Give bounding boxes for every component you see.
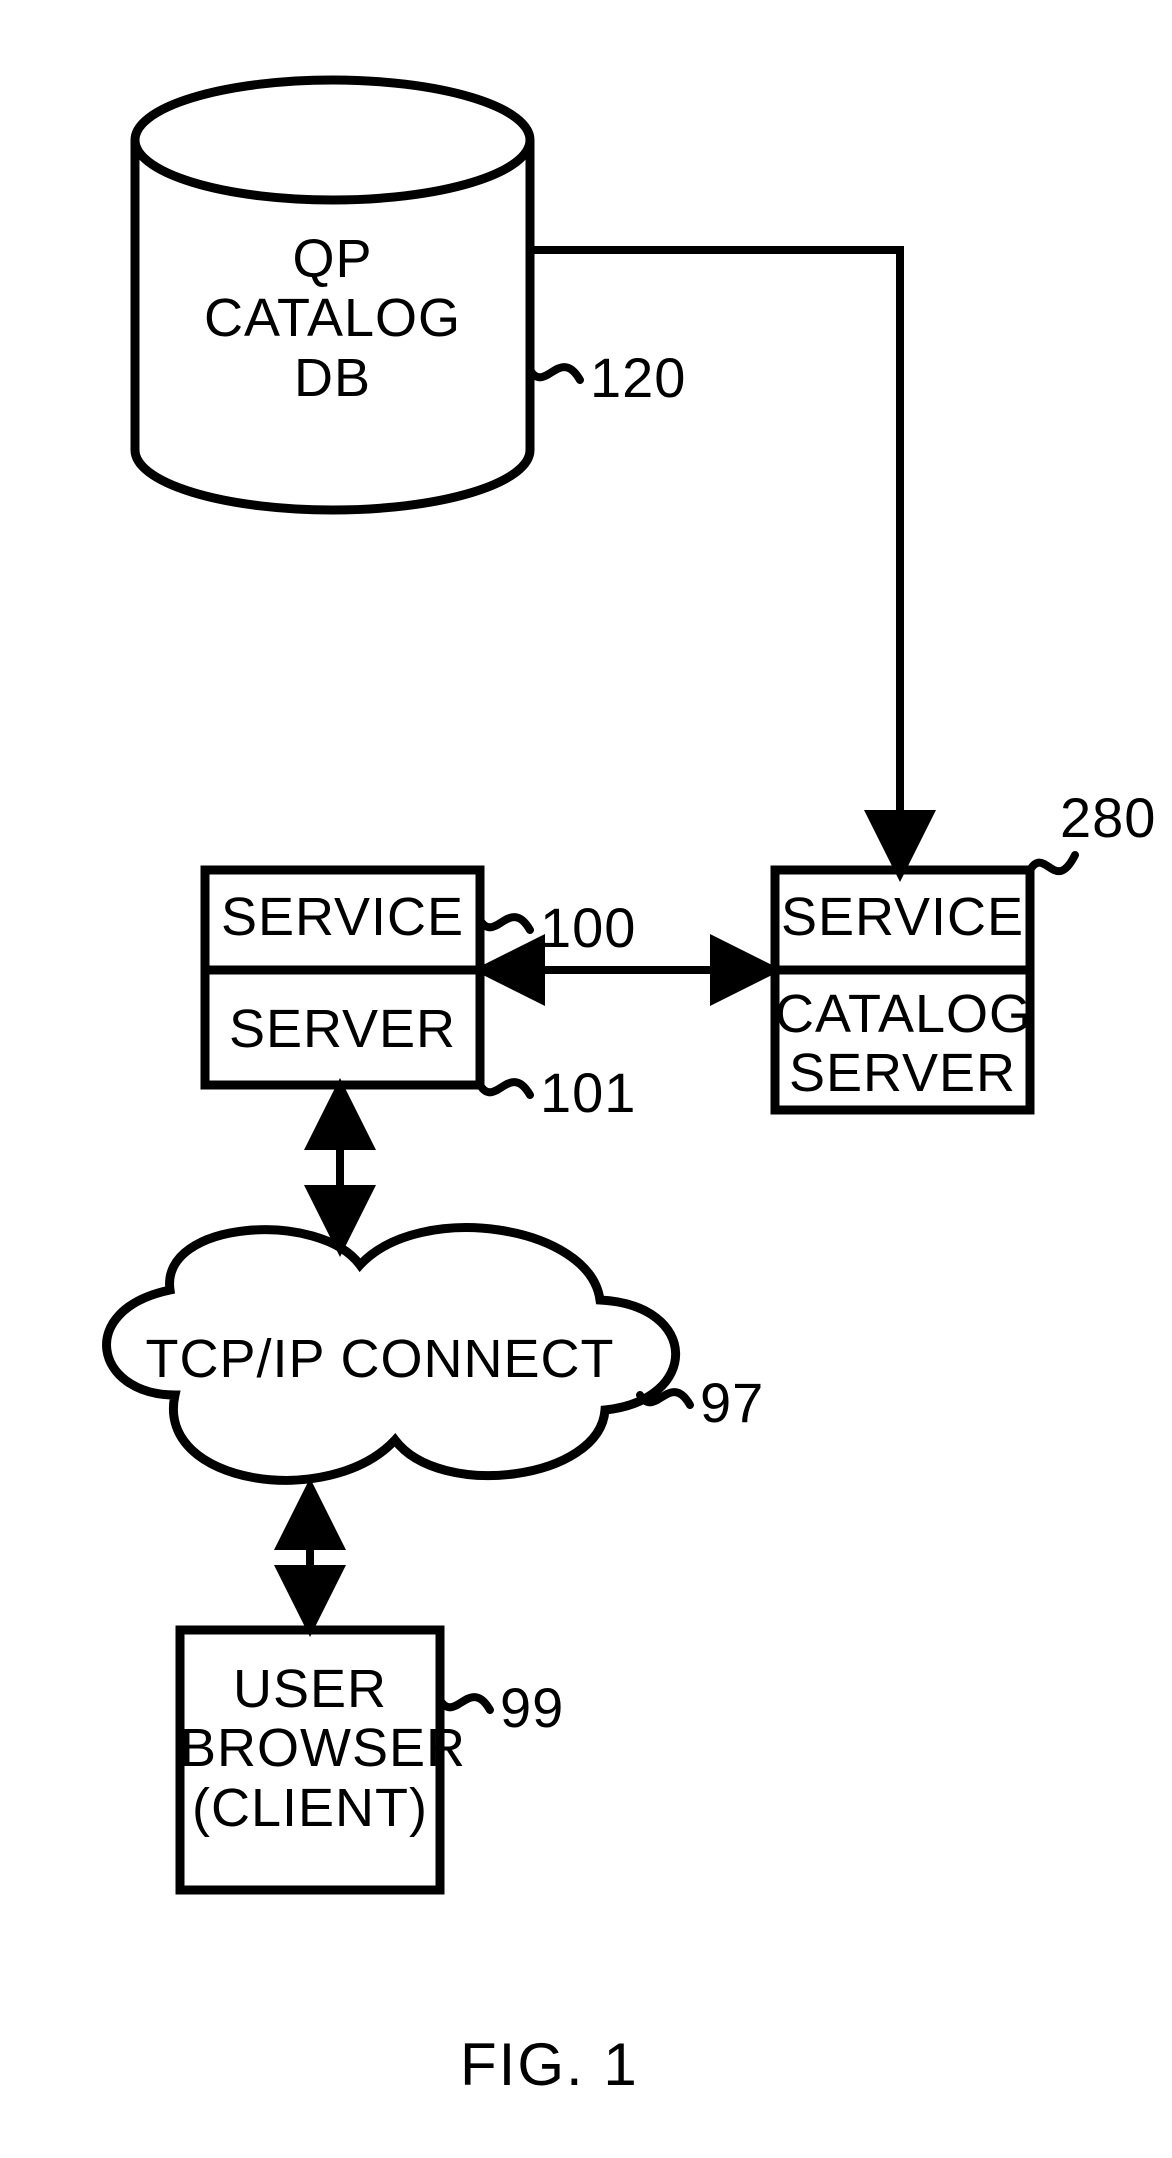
catalog-server-right-label: CATALOG SERVER: [775, 985, 1030, 1104]
leader-120: [530, 367, 580, 380]
db-line3: DB: [294, 348, 371, 408]
leader-99: [440, 1697, 490, 1710]
leader-100: [480, 917, 530, 930]
leader-101: [480, 1082, 530, 1095]
client-line1: USER: [233, 1659, 387, 1719]
service-left-label: SERVICE: [205, 888, 480, 947]
service-right-label: SERVICE: [775, 888, 1030, 947]
service-left-ref: 100: [540, 895, 636, 960]
figure-caption: FIG. 1: [460, 2030, 639, 2099]
server-left-ref: 101: [540, 1060, 636, 1125]
client-line3: (CLIENT): [192, 1778, 428, 1838]
db-label: QP CATALOG DB: [135, 230, 530, 408]
catalog-ref: 280: [1060, 785, 1156, 850]
client-label: USER BROWSER (CLIENT): [180, 1660, 440, 1838]
db-line1: QP: [292, 229, 372, 289]
cloud-ref: 97: [700, 1370, 764, 1435]
cloud-label: TCP/IP CONNECT: [120, 1330, 640, 1389]
db-line2: CATALOG: [204, 288, 461, 348]
client-line2: BROWSER: [180, 1718, 466, 1778]
catalog-line1: CATALOG: [775, 984, 1032, 1044]
db-ref: 120: [590, 345, 686, 410]
server-left-label: SERVER: [205, 1000, 480, 1059]
leader-280: [1030, 855, 1075, 871]
catalog-line2: SERVER: [789, 1043, 1016, 1103]
client-ref: 99: [500, 1675, 564, 1740]
arrow-db-to-catalog: [530, 250, 900, 870]
